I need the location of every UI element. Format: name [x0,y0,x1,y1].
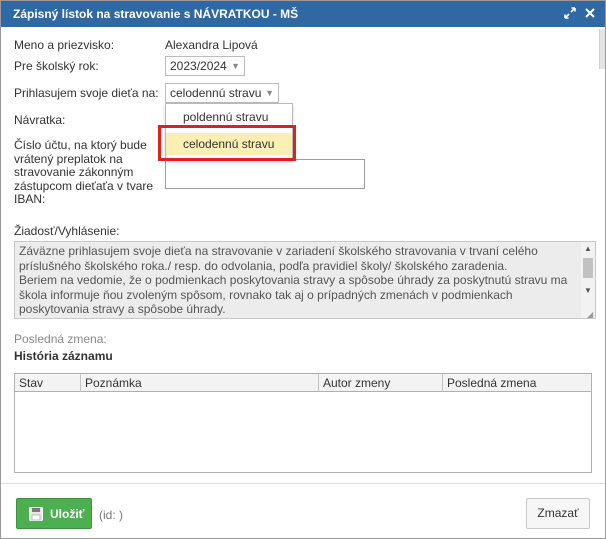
floppy-disk-icon [29,507,43,521]
save-button-label: Uložiť [50,507,85,521]
school-year-label: Pre školský rok: [14,59,99,73]
request-text-line: škola informuje ňou zvoleným spôsom, rov… [19,287,513,302]
enrollment-dialog: Zápisný lístok na stravovanie s NÁVRATKO… [0,0,606,539]
request-text-line: poskytovania stravy a spôsobe úhrady. [19,302,226,316]
account-label-line: IBAN: [14,192,46,206]
column-header-stav[interactable]: Stav [15,374,81,392]
return-label: Návratka: [14,113,66,127]
column-header-autor[interactable]: Autor zmeny [319,374,443,392]
column-header-posledna-zmena[interactable]: Posledná zmena [443,374,591,392]
save-button[interactable]: Uložiť [16,498,92,529]
history-title: História záznamu [14,349,113,363]
iban-input[interactable] [165,159,365,189]
record-id: (id: ) [99,508,123,522]
account-label-line: zástupcom dieťaťa v tvare [14,178,154,193]
request-text-line: Beriem na vedomie, že o podmienkach posk… [19,273,568,287]
scroll-thumb[interactable] [583,258,593,278]
dialog-titlebar: Zápisný lístok na stravovanie s NÁVRATKO… [1,1,605,27]
name-value: Alexandra Lipová [165,38,258,52]
expand-arrows-icon[interactable] [562,5,578,21]
request-text-line: Záväzne prihlasujem svoje dieťa na strav… [19,244,538,258]
column-header-poznamka[interactable]: Poznámka [81,374,319,392]
chevron-down-icon: ▼ [231,61,240,71]
account-label-line: Číslo účtu, na ktorý bude [14,138,147,152]
name-label: Meno a priezvisko: [14,38,115,52]
enroll-select-value: celodennú stravu [170,86,262,100]
chevron-down-icon: ▼ [265,88,274,98]
textarea-scrollbar[interactable]: ▲ ▼ [581,242,595,318]
school-year-value: 2023/2024 [170,59,227,73]
request-textarea[interactable]: Záväzne prihlasujem svoje dieťa na strav… [14,241,596,319]
account-label-line: stravovanie zákonným [14,165,134,179]
request-text-line: príslušného školského roka./ resp. do od… [19,258,508,273]
dialog-title: Zápisný lístok na stravovanie s NÁVRATKO… [13,7,299,21]
enroll-label: Prihlasujem svoje dieťa na: [14,86,159,100]
footer-divider [1,483,605,484]
account-label: Číslo účtu, na ktorý bude vrátený prepla… [14,138,164,207]
last-change-label: Posledná zmena: [14,332,107,346]
delete-button[interactable]: Zmazať [526,498,590,529]
selection-highlight [158,125,296,161]
history-table: Stav Poznámka Autor zmeny Posledná zmena [14,373,592,473]
history-table-header: Stav Poznámka Autor zmeny Posledná zmena [15,374,591,392]
close-icon[interactable] [582,5,598,21]
enroll-select[interactable]: celodennú stravu ▼ [165,83,279,103]
scroll-down-icon[interactable]: ▼ [584,286,592,295]
school-year-select[interactable]: 2023/2024 ▼ [165,56,245,76]
dialog-scrollbar[interactable] [599,29,605,69]
request-label: Žiadosť/Vyhlásenie: [14,224,120,238]
account-label-line: vrátený preplatok na [14,151,123,166]
resize-handle-icon[interactable]: ◢ [587,310,593,319]
delete-button-label: Zmazať [537,506,579,520]
scroll-up-icon[interactable]: ▲ [584,244,592,253]
